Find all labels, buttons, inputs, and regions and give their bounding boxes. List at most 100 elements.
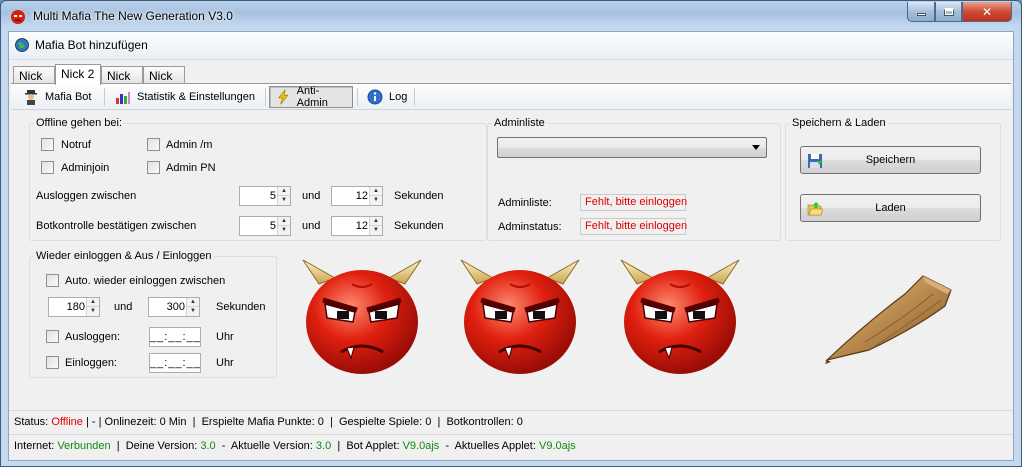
toolstrip-mafia-bot-button[interactable]: Mafia Bot xyxy=(17,86,97,108)
confirm-from-stepper[interactable]: 5 ▲ ▼ xyxy=(239,216,291,236)
logout-to-stepper[interactable]: 12 ▲ ▼ xyxy=(331,186,383,206)
confirm-from-value: 5 xyxy=(269,220,276,232)
toolstrip-anti-admin-label: Anti-Admin xyxy=(296,85,328,109)
adminjoin-label: Adminjoin xyxy=(61,162,110,174)
arrow-up-icon[interactable]: ▲ xyxy=(278,187,290,196)
arrow-down-icon[interactable]: ▼ xyxy=(278,196,290,205)
toolstrip-separator xyxy=(265,88,266,106)
toolstrip-separator xyxy=(357,88,358,106)
tab-nick-2[interactable]: Nick 2 xyxy=(55,64,101,85)
admin-m-checkbox[interactable] xyxy=(147,138,160,151)
toolstrip-mafia-bot-label: Mafia Bot xyxy=(45,91,92,103)
relogin-to-value: 300 xyxy=(166,301,185,313)
sekunden-label: Sekunden xyxy=(394,190,444,202)
arrow-up-icon[interactable]: ▲ xyxy=(187,298,199,307)
toolstrip-log-button[interactable]: Log xyxy=(361,86,413,108)
und-label: und xyxy=(114,301,133,313)
arrow-down-icon[interactable]: ▼ xyxy=(370,196,382,205)
adminjoin-checkbox[interactable] xyxy=(41,161,54,174)
tab-nick-3[interactable]: Nick 3 xyxy=(101,66,143,97)
logout-time-checkbox[interactable] xyxy=(46,330,59,343)
arrow-up-icon[interactable]: ▲ xyxy=(370,187,382,196)
add-bot-menu-item[interactable]: Mafia Bot hinzufügen xyxy=(15,38,148,52)
toolstrip-separator xyxy=(104,88,105,106)
own-version-value: 3.0 xyxy=(200,440,216,452)
arrow-up-icon[interactable]: ▲ xyxy=(278,217,290,226)
current-applet-value: V9.0ajs xyxy=(538,440,576,452)
adminstatus-value: Fehlt, bitte einloggen xyxy=(580,218,687,235)
games-value: 0 xyxy=(425,416,432,428)
arrow-up-icon[interactable]: ▲ xyxy=(87,298,99,307)
toolstrip-separator xyxy=(414,88,415,106)
stepper-arrows[interactable]: ▲ ▼ xyxy=(369,217,382,235)
menu-bar: Mafia Bot hinzufügen xyxy=(9,32,1013,60)
notruf-checkbox[interactable] xyxy=(41,138,54,151)
arrow-down-icon[interactable]: ▼ xyxy=(370,226,382,235)
stepper-arrows[interactable]: ▲ ▼ xyxy=(86,298,99,316)
load-button[interactable]: Laden xyxy=(800,194,981,222)
points-value: 0 xyxy=(317,416,324,428)
notruf-label: Notruf xyxy=(61,139,91,151)
auto-relogin-checkbox[interactable] xyxy=(46,274,59,287)
login-time-input[interactable]: __:__:__ xyxy=(149,353,201,373)
relogin-from-stepper[interactable]: 180 ▲ ▼ xyxy=(48,297,100,317)
toolstrip-statistik-button[interactable]: Statistik & Einstellungen xyxy=(109,86,261,108)
close-button[interactable]: ✕ xyxy=(962,2,1012,22)
logout-time-input[interactable]: __:__:__ xyxy=(149,327,201,347)
stepper-arrows[interactable]: ▲ ▼ xyxy=(186,298,199,316)
chevron-down-icon xyxy=(752,145,760,150)
tool-strip: Mafia Bot Statistik & Einstellungen Anti… xyxy=(11,84,1011,110)
client-area: Mafia Bot hinzufügen Nick 1 Nick 2 Nick … xyxy=(8,31,1014,461)
toolstrip-anti-admin-button[interactable]: Anti-Admin xyxy=(269,85,353,109)
arrow-down-icon[interactable]: ▼ xyxy=(87,307,99,316)
maximize-button[interactable] xyxy=(935,2,962,22)
logout-from-stepper[interactable]: 5 ▲ ▼ xyxy=(239,186,291,206)
online-time-label: Onlinezeit: xyxy=(104,416,157,428)
admin-pn-checkbox[interactable] xyxy=(147,161,160,174)
confirm-to-stepper[interactable]: 12 ▲ ▼ xyxy=(331,216,383,236)
login-time-label: Einloggen: xyxy=(65,357,117,369)
applet-label: Bot Applet: xyxy=(346,440,400,452)
confirm-to-value: 12 xyxy=(355,220,368,232)
relogin-to-stepper[interactable]: 300 ▲ ▼ xyxy=(148,297,200,317)
points-label: Erspielte Mafia Punkte: xyxy=(201,416,315,428)
applet-value: V9.0ajs xyxy=(402,440,440,452)
login-time-checkbox[interactable] xyxy=(46,356,59,369)
devil-face-image xyxy=(302,259,422,374)
logout-time-label: Ausloggen: xyxy=(65,331,121,343)
info-icon xyxy=(367,89,383,105)
toolstrip-statistik-label: Statistik & Einstellungen xyxy=(137,91,256,103)
lightning-icon xyxy=(278,89,289,105)
save-button[interactable]: Speichern xyxy=(800,146,981,174)
adminlist-legend: Adminliste xyxy=(494,117,545,129)
tab-nick-1[interactable]: Nick 1 xyxy=(13,66,55,97)
current-applet-label: Aktuelles Applet: xyxy=(454,440,536,452)
tab-nick-4[interactable]: Nick 4 xyxy=(143,66,185,97)
internet-label: Internet: xyxy=(14,440,55,452)
arrow-up-icon[interactable]: ▲ xyxy=(370,217,382,226)
folder-open-icon xyxy=(807,202,823,216)
minimize-icon xyxy=(916,13,926,16)
uhr-label: Uhr xyxy=(216,331,234,343)
stepper-arrows[interactable]: ▲ ▼ xyxy=(277,187,290,205)
devil-face-image xyxy=(460,259,580,374)
app-window: Multi Mafia The New Generation V3.0 ✕ Ma… xyxy=(0,0,1022,467)
relogin-legend: Wieder einloggen & Aus / Einloggen xyxy=(36,250,212,262)
status-value: Offline xyxy=(51,416,83,428)
devil-face-image xyxy=(620,259,740,374)
title-bar[interactable]: Multi Mafia The New Generation V3.0 ✕ xyxy=(1,1,1021,31)
stepper-arrows[interactable]: ▲ ▼ xyxy=(277,217,290,235)
arrow-down-icon[interactable]: ▼ xyxy=(278,226,290,235)
logout-between-label: Ausloggen zwischen xyxy=(36,190,137,202)
relogin-from-value: 180 xyxy=(66,301,85,313)
games-label: Gespielte Spiele: xyxy=(339,416,423,428)
gangster-icon xyxy=(25,90,37,105)
adminlist-dropdown[interactable] xyxy=(497,137,767,158)
und-label: und xyxy=(302,220,321,232)
devil-app-icon xyxy=(11,9,25,24)
wooden-stake-image xyxy=(824,275,952,364)
arrow-down-icon[interactable]: ▼ xyxy=(187,307,199,316)
stepper-arrows[interactable]: ▲ ▼ xyxy=(369,187,382,205)
minimize-button[interactable] xyxy=(907,2,935,22)
close-icon: ✕ xyxy=(981,4,993,19)
